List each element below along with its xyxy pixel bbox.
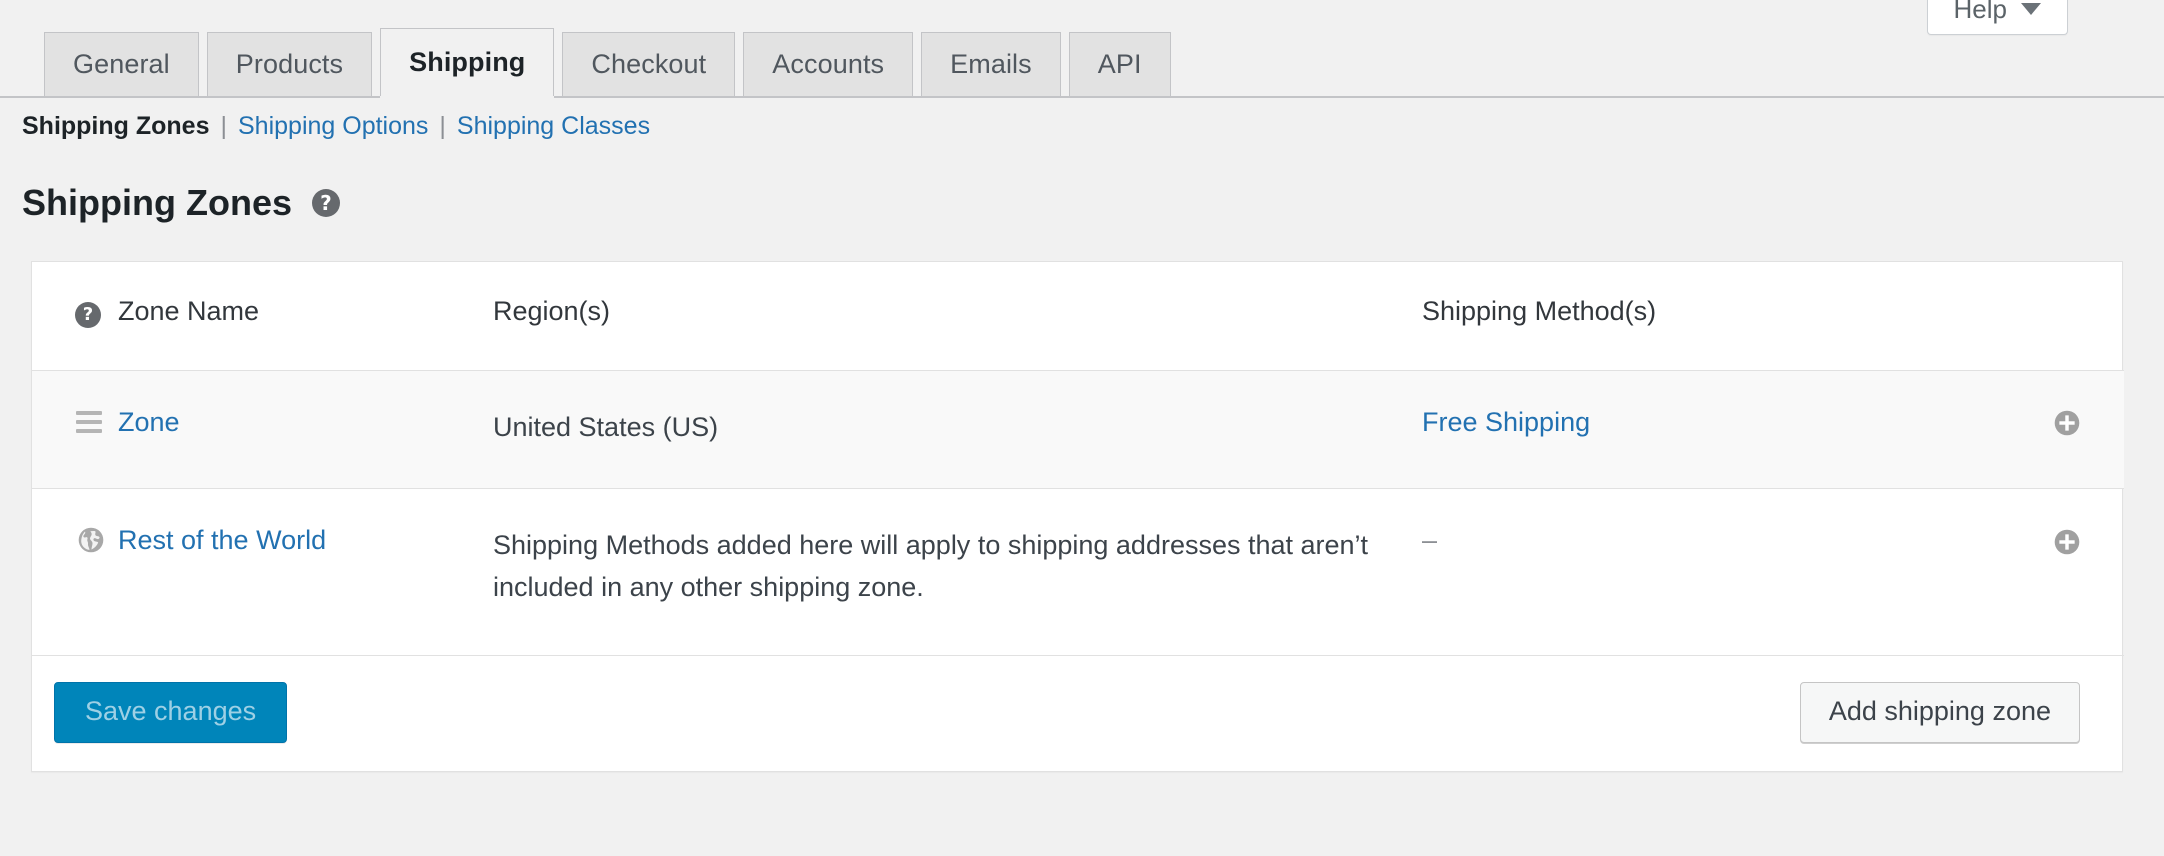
row-drag-cell [32, 488, 110, 657]
zone-regions-text: Shipping Methods added here will apply t… [493, 530, 1369, 603]
help-button-label: Help [1953, 0, 2007, 24]
zone-regions-text: United States (US) [493, 411, 719, 442]
tab-general[interactable]: General [44, 32, 199, 96]
zone-name-link[interactable]: Zone [118, 407, 180, 437]
row-zone-name-cell: Zone [110, 370, 487, 490]
subnav-separator-2: | [439, 112, 446, 140]
column-header-sort: ? [32, 262, 110, 371]
row-regions-cell: Shipping Methods added here will apply t… [487, 488, 1414, 657]
shipping-subnav: Shipping Zones | Shipping Options | Ship… [22, 112, 650, 141]
save-changes-button[interactable]: Save changes [54, 682, 288, 744]
table-body: Zone United States (US) Free Shipping Re… [32, 370, 2124, 657]
column-header-actions [2014, 262, 2124, 371]
plus-circle-icon[interactable] [2052, 527, 2082, 557]
tab-checkout[interactable]: Checkout [562, 32, 736, 96]
row-action-cell [2014, 488, 2124, 657]
shipping-method-link[interactable]: Free Shipping [1422, 407, 1590, 437]
table-row: Zone United States (US) Free Shipping [32, 370, 2124, 490]
globe-icon [76, 525, 106, 555]
question-mark-circle-icon[interactable]: ? [311, 189, 340, 217]
table-header-row: ? Zone Name Region(s) Shipping Method(s) [32, 262, 2124, 371]
shipping-zones-table: ? Zone Name Region(s) Shipping Method(s)… [32, 262, 2124, 657]
row-drag-cell [32, 370, 110, 490]
row-action-cell [2014, 370, 2124, 490]
add-shipping-zone-button[interactable]: Add shipping zone [1799, 682, 2080, 744]
settings-tab-bar: General Products Shipping Checkout Accou… [0, 22, 2164, 98]
subnav-item-shipping-zones: Shipping Zones [22, 112, 210, 140]
tab-emails[interactable]: Emails [921, 32, 1061, 96]
drag-handle-icon[interactable] [76, 407, 102, 433]
table-head: ? Zone Name Region(s) Shipping Method(s) [32, 262, 2124, 371]
column-header-zone-name: Zone Name [110, 262, 487, 371]
column-header-methods: Shipping Method(s) [1414, 262, 2014, 371]
caret-down-icon [2021, 3, 2041, 15]
zones-footer: Save changes Add shipping zone [32, 656, 2122, 772]
tab-accounts[interactable]: Accounts [743, 32, 914, 96]
table-row: Rest of the World Shipping Methods added… [32, 488, 2124, 657]
shipping-method-empty: – [1422, 525, 1438, 556]
tab-api[interactable]: API [1068, 32, 1171, 96]
row-methods-cell: – [1414, 488, 2014, 657]
zone-name-link[interactable]: Rest of the World [118, 525, 326, 555]
row-zone-name-cell: Rest of the World [110, 488, 487, 657]
page-title: Shipping Zones [22, 182, 292, 223]
help-button-wrapper: Help [1926, 0, 2068, 35]
row-regions-cell: United States (US) [487, 370, 1414, 490]
tab-products[interactable]: Products [206, 32, 373, 96]
column-header-regions: Region(s) [487, 262, 1414, 371]
question-mark-circle-icon[interactable]: ? [75, 302, 101, 328]
page-title-row: Shipping Zones ? [22, 185, 340, 221]
subnav-separator-1: | [220, 112, 228, 140]
subnav-item-shipping-classes[interactable]: Shipping Classes [457, 112, 650, 141]
plus-circle-icon[interactable] [2052, 408, 2082, 438]
help-button[interactable]: Help [1926, 0, 2068, 35]
tab-shipping[interactable]: Shipping [380, 28, 555, 96]
subnav-item-shipping-options[interactable]: Shipping Options [238, 112, 428, 141]
shipping-zones-panel: ? Zone Name Region(s) Shipping Method(s)… [31, 261, 2124, 773]
row-methods-cell: Free Shipping [1414, 370, 2014, 490]
